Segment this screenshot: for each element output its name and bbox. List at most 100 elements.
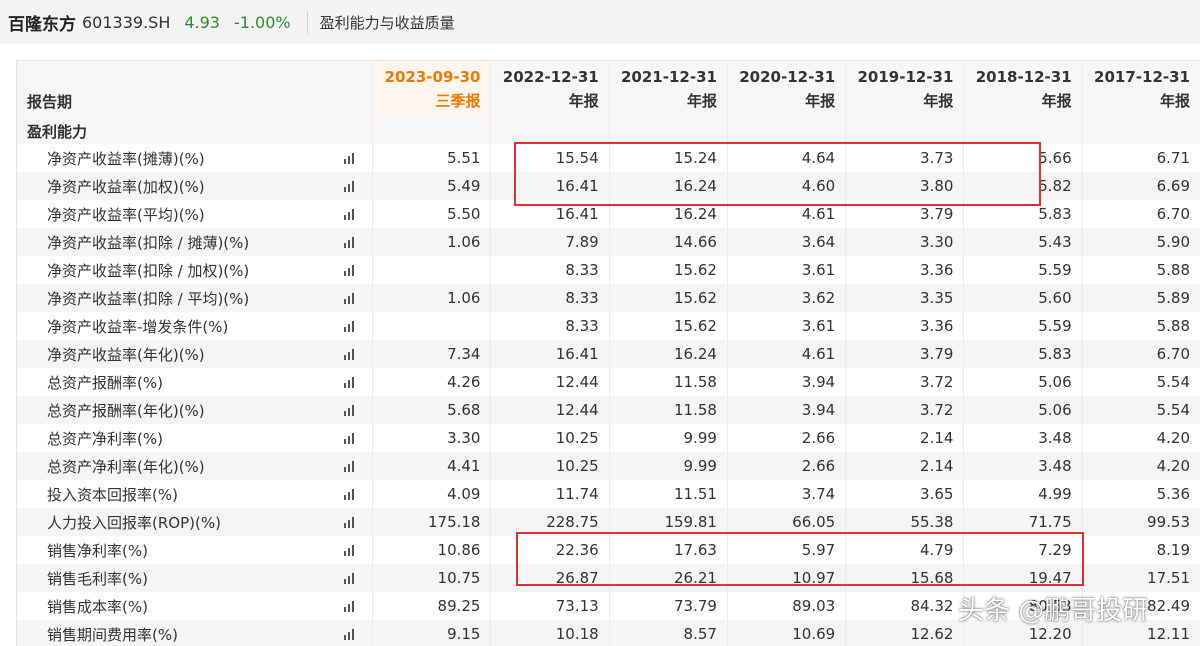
value-cell: 1.06 (372, 284, 492, 312)
bar-chart-icon[interactable] (343, 600, 357, 612)
value-cell: 3.61 (727, 312, 847, 340)
value-cell: 16.41 (490, 340, 610, 368)
value-cell: 10.97 (727, 564, 847, 592)
column-report-type: 年报 (805, 92, 836, 110)
bar-chart-icon[interactable] (343, 208, 357, 220)
value-cell: 5.49 (372, 172, 492, 200)
value-cell: 10.86 (372, 536, 492, 564)
value-cell: 175.18 (372, 508, 492, 536)
financial-table-container[interactable]: 报告期 2023-09-30 三季报 2022-12-31 年报 2021-12-31 年… (16, 60, 1200, 646)
value-cell: 73.13 (490, 592, 610, 620)
value-cell: 5.59 (963, 312, 1083, 340)
bar-chart-icon[interactable] (343, 236, 357, 248)
column-date: 2021-12-31 (621, 68, 717, 86)
value-cell: 5.54 (1082, 368, 1200, 396)
table-row: 总资产净利率(%) 3.30 10.25 9.99 2.66 2.14 3.48 4.20 (17, 424, 1200, 452)
value-cell: 3.94 (727, 368, 847, 396)
column-header-6[interactable]: 2017-12-31 年报 (1082, 61, 1200, 118)
column-report-type: 年报 (686, 92, 717, 110)
column-header-2[interactable]: 2021-12-31 年报 (609, 61, 728, 118)
table-row: 净资产收益率-增发条件(%) 8.33 15.62 3.61 3.36 5.59 5.88 (17, 312, 1200, 340)
value-cell: 11.74 (490, 480, 610, 508)
value-cell: 3.36 (845, 256, 965, 284)
bar-chart-icon[interactable] (343, 180, 357, 192)
value-cell: 5.66 (963, 144, 1083, 172)
table-row: 净资产收益率(扣除 / 加权)(%) 8.33 15.62 3.61 3.36 5.59 5… (17, 256, 1200, 284)
row-label: 人力投入回报率(ROP)(%) (47, 513, 221, 532)
column-header-5[interactable]: 2018-12-31 年报 (963, 61, 1083, 118)
value-cell: 3.79 (845, 340, 965, 368)
value-cell: 5.06 (963, 368, 1083, 396)
row-label: 销售毛利率(%) (47, 569, 148, 588)
row-label-cell: 总资产报酬率(年化)(%) (17, 396, 374, 424)
value-cell: 12.44 (490, 396, 610, 424)
bar-chart-icon[interactable] (343, 376, 357, 388)
value-cell: 10.75 (372, 564, 492, 592)
value-cell: 89.25 (372, 592, 492, 620)
value-cell: 10.25 (490, 452, 610, 480)
value-cell: 3.80 (845, 172, 965, 200)
value-cell: 16.24 (609, 172, 728, 200)
row-label-cell: 销售成本率(%) (17, 592, 374, 620)
bar-chart-icon[interactable] (343, 460, 357, 472)
row-label-cell: 总资产净利率(%) (17, 424, 374, 452)
bar-chart-icon[interactable] (343, 572, 357, 584)
stock-price: 4.93 (184, 12, 220, 32)
bar-chart-icon[interactable] (343, 292, 357, 304)
value-cell: 1.06 (372, 228, 492, 256)
row-label-cell: 净资产收益率(摊薄)(%) (17, 144, 374, 172)
row-label-cell: 净资产收益率-增发条件(%) (17, 312, 374, 340)
value-cell: 3.79 (845, 200, 965, 228)
period-label-cell: 报告期 (17, 61, 374, 118)
row-label-cell: 净资产收益率(年化)(%) (17, 340, 374, 368)
bar-chart-icon[interactable] (343, 348, 357, 360)
bar-chart-icon[interactable] (343, 404, 357, 416)
column-header-0[interactable]: 2023-09-30 三季报 (372, 61, 492, 118)
value-cell: 11.58 (609, 396, 728, 424)
bar-chart-icon[interactable] (343, 264, 357, 276)
column-date: 2019-12-31 (857, 68, 954, 86)
bar-chart-icon[interactable] (343, 544, 357, 556)
row-label: 总资产净利率(%) (47, 429, 163, 448)
group-empty-cell (490, 118, 610, 144)
value-cell: 17.51 (1082, 564, 1200, 592)
row-label: 净资产收益率-增发条件(%) (47, 317, 229, 336)
table-row: 销售净利率(%) 10.86 22.36 17.63 5.97 4.79 7.29 8.19 (17, 536, 1200, 564)
column-header-4[interactable]: 2019-12-31 年报 (845, 61, 965, 118)
table-row: 净资产收益率(加权)(%) 5.49 16.41 16.24 4.60 3.80 5.82 6… (17, 172, 1200, 200)
table-row: 净资产收益率(扣除 / 摊薄)(%) 1.06 7.89 14.66 3.64 3.30 5… (17, 228, 1200, 256)
bar-chart-icon[interactable] (343, 152, 357, 164)
value-cell: 6.71 (1082, 144, 1200, 172)
group-empty-cell (845, 118, 965, 144)
bar-chart-icon[interactable] (343, 320, 357, 332)
stock-header: 百隆东方 601339.SH 4.93 -1.00% 盈利能力与收益质量 (0, 0, 1200, 44)
value-cell: 73.79 (609, 592, 728, 620)
value-cell: 4.64 (727, 144, 847, 172)
bar-chart-icon[interactable] (343, 516, 357, 528)
column-header-1[interactable]: 2022-12-31 年报 (490, 61, 610, 118)
value-cell: 8.33 (490, 284, 610, 312)
value-cell (372, 312, 492, 340)
value-cell: 3.62 (727, 284, 847, 312)
value-cell: 2.66 (727, 452, 847, 480)
bar-chart-icon[interactable] (343, 628, 357, 640)
value-cell: 3.36 (845, 312, 965, 340)
value-cell: 4.20 (1082, 452, 1200, 480)
column-date: 2017-12-31 (1094, 68, 1190, 86)
value-cell: 5.60 (963, 284, 1083, 312)
group-label: 盈利能力 (27, 122, 88, 141)
value-cell: 5.50 (372, 200, 492, 228)
row-label-cell: 销售毛利率(%) (17, 564, 374, 592)
value-cell: 7.29 (963, 536, 1083, 564)
row-label: 净资产收益率(扣除 / 平均)(%) (47, 289, 250, 308)
value-cell: 26.87 (490, 564, 610, 592)
value-cell: 159.81 (609, 508, 728, 536)
value-cell: 5.59 (963, 256, 1083, 284)
bar-chart-icon[interactable] (343, 432, 357, 444)
value-cell: 3.64 (727, 228, 847, 256)
bar-chart-icon[interactable] (343, 488, 357, 500)
value-cell: 16.41 (490, 200, 610, 228)
value-cell: 228.75 (490, 508, 610, 536)
column-header-3[interactable]: 2020-12-31 年报 (727, 61, 847, 118)
value-cell: 4.99 (963, 480, 1083, 508)
